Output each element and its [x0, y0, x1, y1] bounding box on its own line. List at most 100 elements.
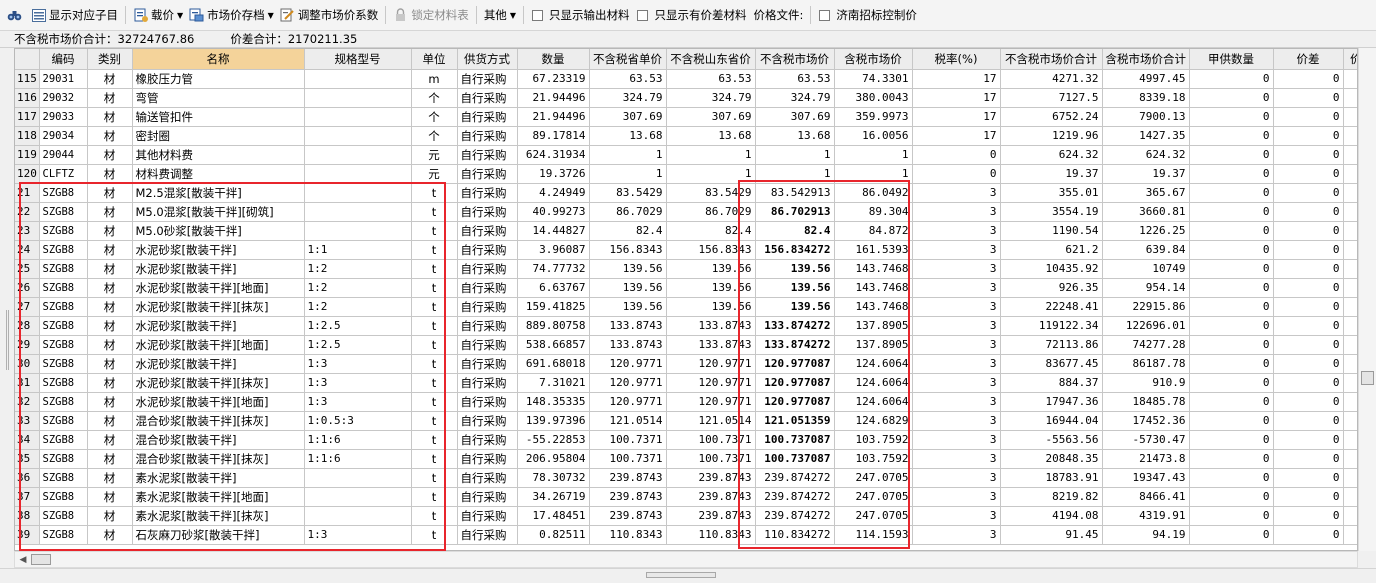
table-cell[interactable]: 自行采购: [457, 240, 518, 260]
table-cell[interactable]: 143.7468: [834, 278, 913, 298]
table-cell[interactable]: 3: [912, 449, 1001, 469]
table-cell[interactable]: 7.31021: [517, 373, 590, 393]
table-cell[interactable]: 63.53: [589, 69, 667, 89]
table-cell[interactable]: 83.5429: [666, 183, 756, 203]
table-cell[interactable]: SZGB8: [39, 221, 88, 241]
table-cell[interactable]: 124.6064: [834, 392, 913, 412]
table-cell[interactable]: 139.56: [666, 297, 756, 317]
table-cell[interactable]: t: [411, 240, 458, 260]
table-cell[interactable]: 0: [1343, 126, 1357, 146]
table-cell[interactable]: -55.22853: [517, 430, 590, 450]
table-cell[interactable]: 1:1: [304, 240, 412, 260]
table-cell[interactable]: 324.79: [755, 88, 835, 108]
table-cell[interactable]: 117: [15, 107, 40, 127]
table-cell[interactable]: 0: [1343, 316, 1357, 336]
table-cell[interactable]: 133.8743: [589, 316, 667, 336]
table-cell[interactable]: 139.56: [755, 259, 835, 279]
table-cell[interactable]: 密封圈: [132, 126, 305, 146]
panel-splitter[interactable]: [0, 568, 1376, 583]
table-cell[interactable]: 0: [1273, 107, 1344, 127]
table-cell[interactable]: 91.45: [1000, 525, 1103, 545]
table-cell[interactable]: 86187.78: [1102, 354, 1190, 374]
table-cell[interactable]: 材: [87, 69, 133, 89]
column-header[interactable]: 类别: [87, 49, 133, 70]
table-cell[interactable]: SZGB8: [39, 316, 88, 336]
table-cell[interactable]: 156.8343: [589, 240, 667, 260]
table-cell[interactable]: 0: [1343, 278, 1357, 298]
table-cell[interactable]: 161.5393: [834, 240, 913, 260]
table-cell[interactable]: 0: [1273, 373, 1344, 393]
table-cell[interactable]: 3554.19: [1000, 202, 1103, 222]
table-cell[interactable]: 17: [912, 88, 1001, 108]
table-cell[interactable]: 18485.78: [1102, 392, 1190, 412]
checkbox-box[interactable]: [637, 9, 649, 21]
table-cell[interactable]: SZGB8: [39, 259, 88, 279]
table-cell[interactable]: 34.26719: [517, 487, 590, 507]
table-cell[interactable]: 38: [15, 506, 40, 526]
table-cell[interactable]: 884.37: [1000, 373, 1103, 393]
table-cell[interactable]: 239.874272: [755, 487, 835, 507]
table-cell[interactable]: 0: [1273, 88, 1344, 108]
table-cell[interactable]: 78.30732: [517, 468, 590, 488]
horizontal-scroll-thumb[interactable]: [31, 554, 51, 565]
table-cell[interactable]: 0: [1189, 126, 1274, 146]
table-cell[interactable]: 3: [912, 373, 1001, 393]
table-cell[interactable]: 材: [87, 430, 133, 450]
table-cell[interactable]: 材: [87, 354, 133, 374]
column-header[interactable]: 含税市场价: [834, 49, 913, 70]
table-cell[interactable]: 自行采购: [457, 335, 518, 355]
table-cell[interactable]: 材: [87, 335, 133, 355]
table-cell[interactable]: 156.834272: [755, 240, 835, 260]
table-row[interactable]: 118 29034 材密封圈个自行采购 89.17814 13.68 13.68 13.68…: [15, 126, 1357, 146]
table-cell[interactable]: 13.68: [666, 126, 756, 146]
table-cell[interactable]: 元: [411, 145, 458, 165]
table-cell[interactable]: 混合砂浆[散装干拌][抹灰]: [132, 449, 305, 469]
table-cell[interactable]: 0: [1273, 468, 1344, 488]
table-cell[interactable]: 1:3: [304, 525, 412, 545]
table-row[interactable]: 24 SZGB8 材水泥砂浆[散装干拌] 1:1 t 自行采购 3.96087 156.834…: [15, 240, 1357, 260]
table-cell[interactable]: 239.8743: [589, 487, 667, 507]
table-cell[interactable]: 1:3: [304, 354, 412, 374]
table-cell[interactable]: 910.9: [1102, 373, 1190, 393]
table-cell[interactable]: 120.9771: [666, 373, 756, 393]
table-cell[interactable]: 材: [87, 411, 133, 431]
table-cell[interactable]: 156.8343: [666, 240, 756, 260]
table-cell[interactable]: 124.6064: [834, 373, 913, 393]
table-cell[interactable]: 0: [1273, 69, 1344, 89]
table-cell[interactable]: SZGB8: [39, 373, 88, 393]
column-header[interactable]: 名称: [132, 49, 305, 70]
table-cell[interactable]: 29032: [39, 88, 88, 108]
table-cell[interactable]: t: [411, 525, 458, 545]
table-cell[interactable]: 0: [1189, 392, 1274, 412]
table-cell[interactable]: SZGB8: [39, 335, 88, 355]
table-cell[interactable]: 材: [87, 373, 133, 393]
table-cell[interactable]: [304, 164, 412, 184]
table-row[interactable]: 119 29044 材其他材料费元自行采购 624.31934 1 1 1 1 0 624.32 6…: [15, 145, 1357, 165]
table-cell[interactable]: 120.977087: [755, 392, 835, 412]
table-cell[interactable]: 自行采购: [457, 487, 518, 507]
table-cell[interactable]: 1: [666, 164, 756, 184]
table-row[interactable]: 29 SZGB8 材水泥砂浆[散装干拌][地面] 1:2.5 t 自行采购 538.6685…: [15, 335, 1357, 355]
table-cell[interactable]: 混合砂浆[散装干拌][抹灰]: [132, 411, 305, 431]
table-cell[interactable]: 水泥砂浆[散装干拌][抹灰]: [132, 373, 305, 393]
table-cell[interactable]: 247.0705: [834, 506, 913, 526]
table-cell[interactable]: 自行采购: [457, 221, 518, 241]
table-cell[interactable]: 139.56: [666, 259, 756, 279]
table-cell[interactable]: 1: [834, 145, 913, 165]
only-price-diff-materials-checkbox[interactable]: 只显示有价差材料: [633, 4, 750, 26]
table-cell[interactable]: 22: [15, 202, 40, 222]
table-cell[interactable]: M5.0混浆[散装干拌][砌筑]: [132, 202, 305, 222]
table-cell[interactable]: 3: [912, 506, 1001, 526]
table-cell[interactable]: 1: [589, 145, 667, 165]
table-cell[interactable]: 0: [1273, 392, 1344, 412]
table-cell[interactable]: 1:1:6: [304, 430, 412, 450]
table-cell[interactable]: 材: [87, 525, 133, 545]
table-cell[interactable]: 0: [1343, 373, 1357, 393]
table-cell[interactable]: [304, 69, 412, 89]
table-cell[interactable]: 6752.24: [1000, 107, 1103, 127]
table-cell[interactable]: 139.56: [589, 259, 667, 279]
table-cell[interactable]: 0: [1343, 69, 1357, 89]
table-cell[interactable]: 89.17814: [517, 126, 590, 146]
table-cell[interactable]: 100.7371: [589, 430, 667, 450]
table-cell[interactable]: 3: [912, 354, 1001, 374]
